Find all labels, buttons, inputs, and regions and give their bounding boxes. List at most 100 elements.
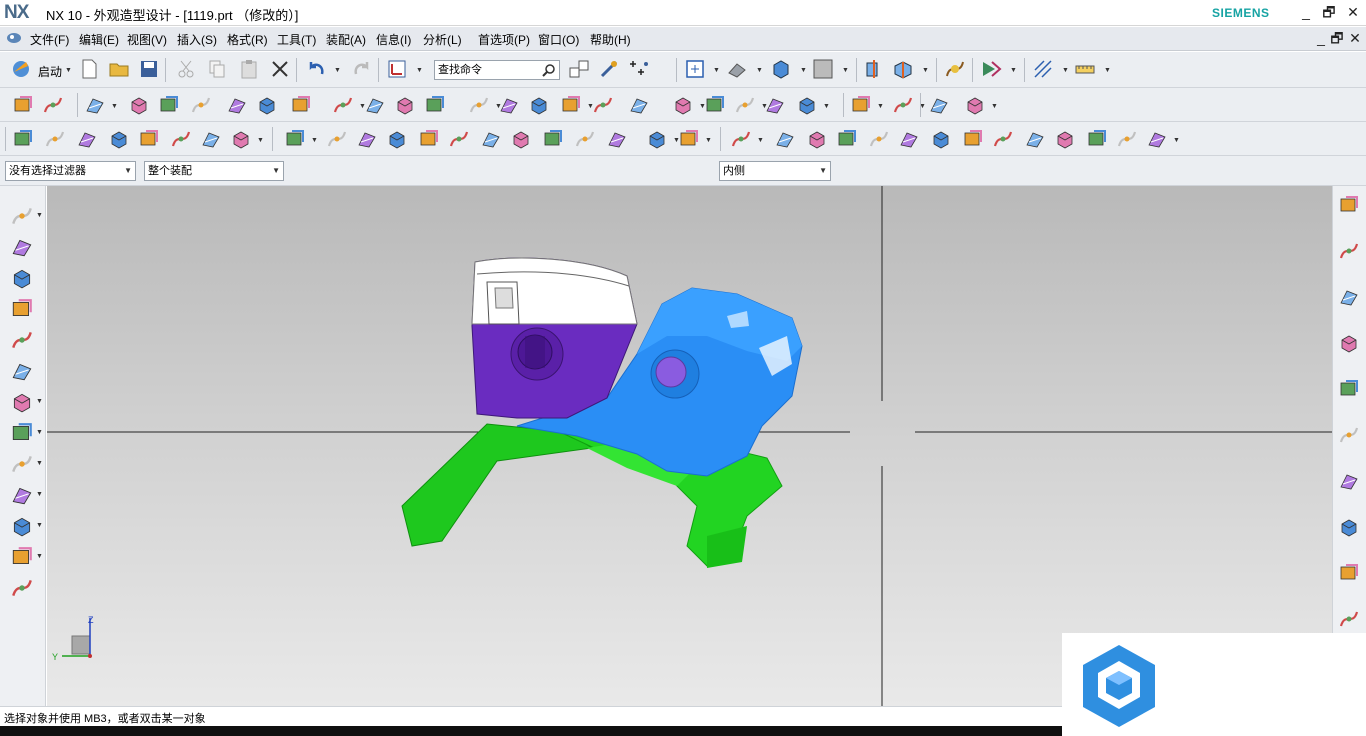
unite-icon[interactable] xyxy=(226,94,248,116)
line-icon[interactable] xyxy=(730,128,752,150)
measure-icon[interactable] xyxy=(1074,58,1096,80)
surface-grid-icon[interactable] xyxy=(1086,128,1108,150)
patch-icon[interactable] xyxy=(734,94,756,116)
reference-set-icon[interactable] xyxy=(10,359,34,383)
system-scene-icon[interactable] xyxy=(1338,562,1360,584)
orient-view-icon[interactable] xyxy=(770,58,792,80)
menu-tools[interactable]: 工具(T) xyxy=(277,31,316,48)
project-curve-icon[interactable] xyxy=(898,128,920,150)
mesh-surface-icon[interactable] xyxy=(284,128,306,150)
wave-dropdown-icon[interactable]: ▼ xyxy=(1173,137,1180,144)
undo-dropdown-icon[interactable]: ▼ xyxy=(334,67,341,74)
blend-icon[interactable] xyxy=(364,94,386,116)
part-navigator-icon[interactable] xyxy=(10,204,34,228)
swept-icon[interactable] xyxy=(672,94,694,116)
menu-insert[interactable]: 插入(S) xyxy=(177,31,217,48)
face-blend-icon[interactable] xyxy=(256,94,278,116)
roles-icon[interactable] xyxy=(1338,608,1360,630)
new-file-icon[interactable] xyxy=(78,58,100,80)
web-browser-icon[interactable] xyxy=(1338,424,1360,446)
reuse-library-icon[interactable] xyxy=(1338,378,1360,400)
explode-view-icon[interactable] xyxy=(10,545,34,569)
trim-body-icon[interactable] xyxy=(394,94,416,116)
wave-geometry-dropdown-icon[interactable]: ▼ xyxy=(36,398,43,405)
add-component-icon[interactable] xyxy=(10,235,34,259)
draft-icon[interactable] xyxy=(498,94,520,116)
point-constructor-icon[interactable] xyxy=(628,58,650,80)
transition-icon[interactable] xyxy=(606,128,628,150)
measure-dropdown-icon[interactable]: ▼ xyxy=(1104,67,1111,74)
menu-help[interactable]: 帮助(H) xyxy=(590,31,631,48)
type-filter-select[interactable]: 没有选择过滤器 ▼ xyxy=(5,161,136,181)
cylinder-part-icon[interactable] xyxy=(10,576,34,600)
remove-component-icon[interactable] xyxy=(10,421,34,445)
helix-icon[interactable] xyxy=(200,128,222,150)
start-button-label[interactable]: 启动 xyxy=(38,63,62,80)
close-button[interactable]: ✕ xyxy=(1341,3,1365,21)
menu-information[interactable]: 信息(I) xyxy=(376,31,411,48)
iso-trim-icon[interactable] xyxy=(964,94,986,116)
sew-icon[interactable] xyxy=(704,94,726,116)
save-icon[interactable] xyxy=(138,58,160,80)
explode-view-dropdown-icon[interactable]: ▼ xyxy=(36,553,43,560)
wave-geometry-icon[interactable] xyxy=(10,390,34,414)
undo-icon[interactable] xyxy=(306,58,328,80)
arrow-dropdown-icon[interactable]: ▼ xyxy=(1010,67,1017,74)
process-studio-icon[interactable] xyxy=(1338,516,1360,538)
wave-icon[interactable] xyxy=(1146,128,1168,150)
window-layout-icon[interactable] xyxy=(568,58,590,80)
text-icon[interactable] xyxy=(170,128,192,150)
fit-dropdown-icon[interactable]: ▼ xyxy=(713,67,720,74)
start-icon[interactable] xyxy=(10,58,32,80)
offset-curve-icon[interactable] xyxy=(230,128,252,150)
fit-view-icon[interactable] xyxy=(684,58,706,80)
hatch-icon[interactable] xyxy=(1032,58,1054,80)
cut-icon[interactable] xyxy=(175,58,197,80)
settings-gear-icon[interactable] xyxy=(1338,194,1360,216)
menu-analysis[interactable]: 分析(L) xyxy=(423,31,462,48)
silhouette-icon[interactable] xyxy=(1024,128,1046,150)
redo-icon[interactable] xyxy=(350,58,372,80)
body-color-dropdown-icon[interactable]: ▼ xyxy=(705,137,712,144)
menu-format[interactable]: 格式(R) xyxy=(227,31,268,48)
array-component-dropdown-icon[interactable]: ▼ xyxy=(36,522,43,529)
pattern-feature-icon[interactable] xyxy=(190,94,212,116)
arrow-select-icon[interactable] xyxy=(980,58,1002,80)
menu-view[interactable]: 视图(V) xyxy=(127,31,167,48)
delete-icon[interactable] xyxy=(269,58,291,80)
minimize-button[interactable]: _ xyxy=(1294,3,1318,21)
intersect-curve-icon[interactable] xyxy=(44,128,66,150)
background-icon[interactable] xyxy=(812,58,834,80)
copy-face-icon[interactable] xyxy=(592,94,614,116)
curve-network-icon[interactable] xyxy=(542,128,564,150)
mirror-assembly-icon[interactable] xyxy=(10,483,34,507)
doc-close-button[interactable]: ✕ xyxy=(1343,29,1366,47)
part-navigator-dropdown-icon[interactable]: ▼ xyxy=(36,212,43,219)
array-component-icon[interactable] xyxy=(10,514,34,538)
extract-curve-icon[interactable] xyxy=(992,128,1014,150)
command-finder-input[interactable]: 查找命令 xyxy=(434,60,560,80)
x-form-icon[interactable] xyxy=(928,94,950,116)
paste-icon[interactable] xyxy=(238,58,260,80)
bridge-icon[interactable] xyxy=(332,94,354,116)
menu-preferences[interactable]: 首选项(P) xyxy=(478,31,530,48)
combined-curve-icon[interactable] xyxy=(930,128,952,150)
offset-curve-dropdown-icon[interactable]: ▼ xyxy=(257,137,264,144)
start-dropdown-icon[interactable]: ▼ xyxy=(65,67,72,74)
hatch-dropdown-icon[interactable]: ▼ xyxy=(1062,67,1069,74)
law-extension-dropdown-icon[interactable]: ▼ xyxy=(823,103,830,110)
mirror-assembly-dropdown-icon[interactable]: ▼ xyxy=(36,491,43,498)
datum-plane-icon[interactable] xyxy=(42,94,64,116)
background-dropdown-icon[interactable]: ▼ xyxy=(842,67,849,74)
model-canvas[interactable]: Z Y xyxy=(47,186,1332,706)
menu-file[interactable]: 文件(F) xyxy=(30,31,69,48)
section-view-icon[interactable] xyxy=(862,58,884,80)
menu-icon[interactable] xyxy=(6,31,22,45)
line-dropdown-icon[interactable]: ▼ xyxy=(757,137,764,144)
face-icon[interactable] xyxy=(510,128,532,150)
sketch-icon[interactable] xyxy=(12,94,34,116)
clip-section-icon[interactable] xyxy=(892,58,914,80)
move-component-icon[interactable] xyxy=(10,297,34,321)
iso-trim-dropdown-icon[interactable]: ▼ xyxy=(991,103,998,110)
thicken-icon[interactable] xyxy=(424,94,446,116)
